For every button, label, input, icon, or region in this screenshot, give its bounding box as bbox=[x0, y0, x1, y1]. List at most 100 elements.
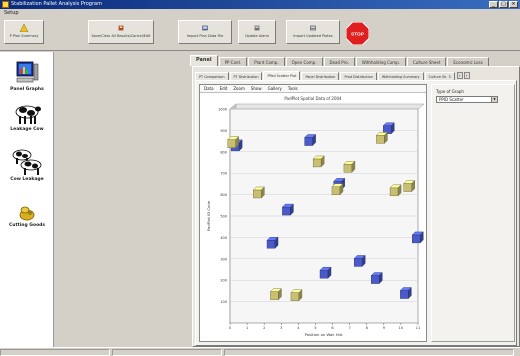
y-tick-label: 200 bbox=[220, 279, 227, 283]
nav-cow-leakage-label: Cow Leakage bbox=[10, 177, 44, 182]
scatter-point bbox=[312, 155, 325, 168]
tab-scroll-right-button[interactable]: › bbox=[463, 72, 470, 79]
x-tick-label: 6 bbox=[331, 326, 333, 330]
window-title: Stabilization Pallet Analysis Program bbox=[11, 1, 102, 7]
tab-ppad-scatter-plot[interactable]: PPad Scatter Plot bbox=[263, 71, 301, 80]
chart-menu: Data Edit Zoom Show Gallery Tools bbox=[200, 85, 426, 93]
save-clear-button[interactable]: Save/Clear All Results/Cancel/Edit bbox=[88, 20, 154, 44]
window-titlebar: Stabilization Pallet Analysis Program _ … bbox=[0, 0, 520, 9]
scatter-point bbox=[281, 203, 294, 216]
nav-panel-graphs-label: Panel Graphs bbox=[10, 87, 44, 92]
y-tick-label: 600 bbox=[220, 193, 227, 197]
x-tick-label: 10 bbox=[399, 326, 403, 330]
scatter-point bbox=[266, 236, 279, 249]
y-tick-label: 500 bbox=[220, 215, 227, 219]
menu-bar: Setup bbox=[0, 9, 520, 17]
x-tick-label: 4 bbox=[297, 326, 300, 330]
chart-menu-tools[interactable]: Tools bbox=[288, 85, 298, 92]
import-plan-label: Import Plan Data File bbox=[186, 34, 224, 38]
nav-cow-leakage[interactable]: Cow Leakage bbox=[4, 146, 50, 182]
scatter-chart: 100 200 300 400 500 600 700 800 900 1000 0 1 2 3 4 5 6 7 8… bbox=[206, 103, 425, 337]
tab-pp-cont[interactable]: PP Cont. bbox=[218, 57, 248, 66]
chart-container: Data Edit Zoom Show Gallery Tools PadPlo… bbox=[199, 84, 427, 342]
nav-cutting-goods-label: Cutting Goods bbox=[8, 223, 46, 228]
tab-dead-pro[interactable]: Dead Pro. bbox=[323, 57, 355, 66]
minimize-button[interactable]: _ bbox=[489, 1, 498, 8]
graph-options-panel: Type of Graph PPID Scatter ▼ bbox=[431, 84, 515, 342]
scatter-point bbox=[353, 254, 366, 267]
import-plates-button[interactable]: Import Updated Plates bbox=[286, 20, 340, 44]
tab-pt-distribution[interactable]: PT Distribution bbox=[229, 72, 263, 80]
y-tick-label: 800 bbox=[220, 150, 227, 154]
plan-summary-button[interactable]: P Plan Summary bbox=[4, 20, 44, 44]
scatter-point bbox=[290, 289, 303, 302]
tab-pt-comparison[interactable]: PT Comparison bbox=[195, 72, 229, 80]
close-button[interactable]: × bbox=[509, 1, 518, 8]
menu-setup[interactable]: Setup bbox=[4, 10, 19, 16]
status-bar bbox=[0, 347, 520, 356]
x-tick-label: 5 bbox=[314, 326, 316, 330]
scatter-point bbox=[304, 134, 317, 147]
import-plan-button[interactable]: Import Plan Data File bbox=[178, 20, 232, 44]
tab-plant-comp[interactable]: Plant Comp. bbox=[248, 57, 285, 66]
tab-economic-loss[interactable]: Economic Loss bbox=[447, 57, 489, 66]
scatter-point bbox=[403, 180, 416, 193]
x-tick-label: 9 bbox=[383, 326, 385, 330]
status-cell-1 bbox=[0, 349, 110, 356]
maximize-button[interactable]: □ bbox=[499, 1, 508, 8]
plot-top-wall bbox=[229, 103, 425, 110]
tab-scroll-left-button[interactable]: ‹ bbox=[456, 72, 463, 79]
graph-type-value: PPID Scatter bbox=[439, 97, 464, 102]
save-clear-label: Save/Clear All Results/Cancel/Edit bbox=[91, 34, 151, 38]
primary-tab-panel: PT Comparison PT Distribution PPad Scatt… bbox=[192, 66, 520, 347]
tab-open-comp[interactable]: Open Comp. bbox=[285, 57, 323, 66]
nav-leakage-cow[interactable]: Leakage Cow bbox=[4, 102, 50, 132]
cow-icon bbox=[15, 105, 41, 124]
chart-menu-zoom[interactable]: Zoom bbox=[233, 85, 245, 92]
chart-menu-data[interactable]: Data bbox=[204, 85, 214, 92]
tab-culture-sh[interactable]: Culture Sh. 3 bbox=[424, 72, 455, 80]
y-axis-label: PadPlot ID Code bbox=[206, 200, 211, 231]
scatter-point bbox=[227, 136, 240, 149]
x-tick-label: 1 bbox=[246, 326, 248, 330]
scatter-point bbox=[382, 122, 395, 135]
graph-type-select[interactable]: PPID Scatter ▼ bbox=[436, 96, 498, 103]
tab-withholding-comp[interactable]: Withholding Comp. bbox=[355, 57, 406, 66]
import-plates-icon bbox=[310, 25, 316, 31]
update-alarm-button[interactable]: Update Alarm bbox=[238, 20, 276, 44]
status-cell-2 bbox=[112, 349, 222, 356]
primary-tabs: Panel PP Cont. Plant Comp. Open Comp. De… bbox=[190, 55, 490, 66]
y-tick-label: 900 bbox=[220, 129, 227, 133]
scatter-point bbox=[375, 131, 388, 144]
import-plates-label: Import Updated Plates bbox=[293, 34, 333, 38]
tab-withholding-summary[interactable]: Withholding Summary bbox=[377, 72, 424, 80]
chart-menu-edit[interactable]: Edit bbox=[220, 85, 228, 92]
scatter-point bbox=[399, 287, 412, 300]
cow-leakage-icon bbox=[12, 149, 42, 175]
plan-summary-label: P Plan Summary bbox=[9, 34, 39, 38]
nav-panel-graphs[interactable]: Panel Graphs bbox=[4, 60, 50, 92]
stop-label: STOP bbox=[351, 31, 365, 37]
scatter-point bbox=[331, 183, 344, 196]
chevron-down-icon[interactable]: ▼ bbox=[491, 97, 497, 102]
tab-panel-distribution[interactable]: Panel Distribution bbox=[301, 72, 340, 80]
scatter-point bbox=[269, 288, 282, 301]
x-tick-label: 7 bbox=[349, 326, 351, 330]
chart-menu-show[interactable]: Show bbox=[251, 85, 262, 92]
app-icon bbox=[2, 1, 9, 8]
stop-button[interactable]: STOP bbox=[346, 22, 369, 45]
x-axis-label: Position on Wall Hdr. bbox=[305, 332, 344, 337]
tab-prod-distribution[interactable]: Prod Distribution bbox=[340, 72, 377, 80]
nav-cutting-goods[interactable]: Cutting Goods bbox=[4, 204, 50, 228]
tab-culture-sheet[interactable]: Culture Sheet bbox=[406, 57, 447, 66]
chart-menu-gallery[interactable]: Gallery bbox=[268, 85, 282, 92]
scatter-point bbox=[411, 231, 424, 244]
status-cell-3 bbox=[224, 349, 514, 356]
left-nav-panel: Panel Graphs Leakage Cow Cow Leakage Cut… bbox=[0, 52, 54, 347]
scatter-point bbox=[370, 272, 383, 285]
tab-panel[interactable]: Panel bbox=[190, 55, 218, 66]
y-tick-label: 300 bbox=[220, 257, 227, 261]
x-tick-label: 0 bbox=[229, 326, 231, 330]
scatter-point bbox=[389, 184, 402, 197]
x-tick-label: 3 bbox=[280, 326, 282, 330]
